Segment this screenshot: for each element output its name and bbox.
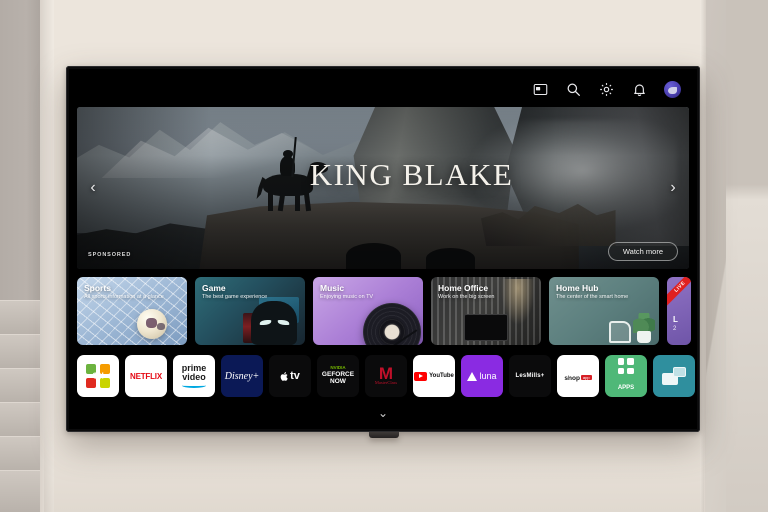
card-home-hub[interactable]: Home Hub The center of the smart home	[549, 277, 659, 345]
lg-channels-icon: CH	[86, 364, 110, 388]
app-apple-tv[interactable]: tv	[269, 355, 311, 397]
live-badge-label: LIVE	[667, 277, 691, 307]
app-row: CH NETFLIX prime video Disney+ tv NVIDIA…	[77, 355, 697, 401]
room-scene: KING BLAKE ‹ › SPONSORED Watch more Spor…	[0, 0, 768, 512]
apps-icon: APPS	[617, 358, 635, 394]
masterclass-mark: M	[378, 363, 394, 383]
app-netflix[interactable]: NETFLIX	[125, 355, 167, 397]
bell-icon[interactable]	[631, 81, 648, 98]
grid-icon	[617, 358, 634, 374]
card-home-office[interactable]: Home Office Work on the big screen	[431, 277, 541, 345]
right-wall-seam	[726, 0, 768, 512]
youtube-label: YouTube	[429, 373, 454, 379]
now-label: NOW	[330, 377, 346, 385]
apple-tv-icon: tv	[280, 370, 300, 382]
card-subtitle: Enjoying music on TV	[320, 294, 374, 300]
soccer-ball-icon	[137, 309, 167, 339]
masterclass-label: MasterClass	[374, 380, 398, 386]
card-music[interactable]: Music Enjoying music on TV	[313, 277, 423, 345]
prime-swoosh-icon	[181, 383, 206, 388]
card-subtitle: Work on the big screen	[438, 294, 495, 300]
app-lesmills[interactable]: LesMills+	[509, 355, 551, 397]
card-subtitle: 2	[673, 326, 677, 332]
hero-prev-arrow[interactable]: ‹	[85, 175, 101, 201]
card-live-partial[interactable]: LIVE L 2	[667, 277, 691, 345]
tv-screen: KING BLAKE ‹ › SPONSORED Watch more Spor…	[69, 69, 697, 429]
plant-pot-graphic	[637, 331, 651, 343]
app-prime-video[interactable]: prime video	[173, 355, 215, 397]
luna-icon: luna	[467, 371, 497, 381]
chair-graphic	[609, 321, 631, 343]
hero-banner[interactable]: KING BLAKE ‹ › SPONSORED Watch more	[77, 107, 689, 269]
card-sports[interactable]: Sports All sports information at a glanc…	[77, 277, 187, 345]
apple-tv-label: tv	[290, 370, 300, 382]
app-geforce-now[interactable]: NVIDIA GEFORCE NOW	[317, 355, 359, 397]
picture-in-picture-icon[interactable]	[532, 81, 549, 98]
gaming-chair-graphic	[251, 301, 297, 345]
prime-video-icon: prime video	[181, 364, 206, 388]
avatar[interactable]	[664, 80, 681, 98]
app-shop[interactable]: shop app	[557, 355, 599, 397]
live-badge: LIVE	[667, 277, 691, 311]
hero-title: KING BLAKE	[309, 157, 514, 193]
youtube-play-icon	[414, 371, 428, 381]
card-title: L	[673, 315, 678, 324]
gear-icon[interactable]	[598, 81, 615, 98]
netflix-label: NETFLIX	[130, 371, 162, 381]
vinyl-record-graphic	[363, 303, 421, 345]
card-subtitle: The best game experience	[202, 294, 268, 300]
app-apps[interactable]: APPS	[605, 355, 647, 397]
app-masterclass[interactable]: M MasterClass	[365, 355, 407, 397]
lesmills-label: LesMills+	[515, 373, 545, 379]
plant-leaves-graphic	[633, 313, 655, 333]
youtube-icon: YouTube	[414, 371, 454, 381]
disney-label: Disney+	[224, 370, 260, 382]
card-subtitle: The center of the smart home	[556, 294, 629, 300]
app-youtube[interactable]: YouTube	[413, 355, 455, 397]
card-title: Game	[202, 283, 226, 293]
top-bar	[69, 69, 697, 109]
card-subtitle: All sports information at a glance	[84, 294, 164, 300]
masterclass-icon: M MasterClass	[374, 363, 398, 386]
apple-logo-icon	[280, 371, 288, 381]
screen-share-icon	[662, 367, 686, 385]
shop-icon: shop app	[564, 367, 592, 385]
card-title: Home Hub	[556, 283, 599, 293]
lg-channels-label: CH	[92, 371, 104, 381]
card-title: Music	[320, 283, 345, 293]
card-game[interactable]: Game The best game experience	[195, 277, 305, 345]
luna-label: luna	[479, 371, 497, 381]
sponsored-label: SPONSORED	[88, 252, 132, 258]
app-disney-plus[interactable]: Disney+	[221, 355, 263, 397]
staircase	[0, 300, 44, 512]
card-title: Home Office	[438, 283, 489, 293]
watch-more-button[interactable]: Watch more	[607, 242, 678, 261]
monitor-graphic	[464, 314, 508, 341]
category-card-row: Sports All sports information at a glanc…	[77, 277, 697, 345]
shop-badge: app	[580, 375, 592, 380]
luna-triangle-icon	[467, 371, 478, 381]
app-lg-channels[interactable]: CH	[77, 355, 119, 397]
card-title: Sports	[84, 283, 111, 293]
search-icon[interactable]	[565, 81, 582, 98]
hero-next-arrow[interactable]: ›	[665, 175, 681, 201]
apps-label: APPS	[617, 385, 635, 391]
television: KING BLAKE ‹ › SPONSORED Watch more Spor…	[66, 66, 700, 432]
tv-stand	[369, 432, 399, 438]
prime-label-bottom: video	[182, 372, 206, 382]
chevron-down-icon[interactable]: ⌄	[378, 407, 388, 419]
app-luna[interactable]: luna	[461, 355, 503, 397]
app-screen-share[interactable]	[653, 355, 695, 397]
geforce-now-icon: NVIDIA GEFORCE NOW	[322, 365, 354, 386]
